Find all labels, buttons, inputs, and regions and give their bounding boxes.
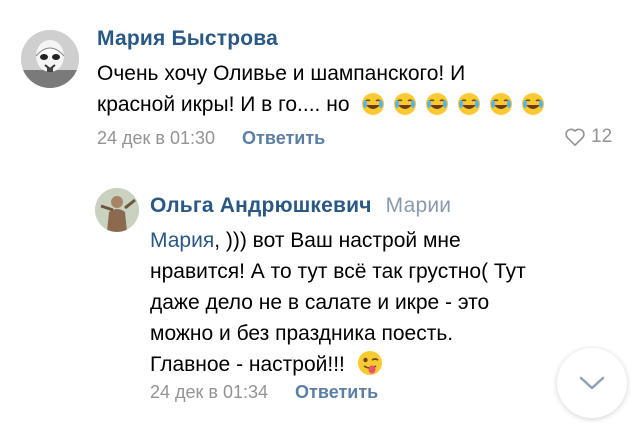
comment-author-name[interactable]: Ольга Андрюшкевич (150, 194, 372, 217)
comment-text-line: можно и без праздника поесть. (150, 322, 454, 345)
reply-to-label[interactable]: Марии (386, 194, 452, 217)
joy-emoji-icon (393, 92, 417, 125)
comment-author[interactable]: Мария Быстрова (97, 27, 278, 51)
mention-link[interactable]: Мария (150, 229, 214, 252)
joy-emoji-icon (361, 92, 385, 125)
comment-text-line: даже дело не в салате и икре - это (150, 291, 490, 314)
joy-emoji-icon (457, 92, 481, 125)
reply-button[interactable]: Ответить (295, 382, 378, 402)
joy-emoji-group (361, 93, 545, 116)
winking-tongue-emoji-icon (357, 350, 383, 385)
like-button[interactable]: 12 (564, 126, 612, 148)
comment-date[interactable]: 24 дек в 01:30 (97, 128, 215, 148)
comment-text-line: Очень хочу Оливье и шампанского! И (97, 62, 466, 85)
stormtrooper-avatar-icon (21, 30, 79, 88)
comment-meta: 24 дек в 01:30 Ответить (97, 128, 325, 149)
heart-icon (565, 128, 585, 146)
comment-text-line: нравится! А то тут всё так грустно( Тут (150, 260, 526, 283)
avatar-olga[interactable] (95, 188, 139, 232)
comment-author: Ольга Андрюшкевич Марии (150, 194, 451, 218)
chevron-down-icon (579, 376, 605, 390)
comment-text-fragment: , ))) вот Ваш настрой мне (214, 229, 461, 252)
joy-emoji-icon (521, 92, 545, 125)
comment-text-fragment: Главное - настрой!!! (150, 353, 345, 376)
comment-text: Очень хочу Оливье и шампанского! И красн… (97, 58, 627, 125)
comment-date[interactable]: 24 дек в 01:34 (150, 382, 268, 402)
avatar-maria[interactable] (21, 30, 79, 88)
user-avatar-icon (95, 188, 139, 232)
joy-emoji-icon (489, 92, 513, 125)
comment-text-line: Главное - настрой!!! (150, 349, 610, 385)
joy-emoji-icon (425, 92, 449, 125)
comment-text-line: красной икры! И в го.... но (97, 89, 627, 125)
comment-meta: 24 дек в 01:34 Ответить (150, 382, 378, 403)
like-count: 12 (591, 126, 613, 147)
reply-button[interactable]: Ответить (242, 128, 325, 148)
comment-text-fragment: красной икры! И в го.... но (97, 93, 350, 116)
comment-text-line: Мария, ))) вот Ваш настрой мне (150, 225, 610, 256)
comment-maria: Мария Быстрова Очень хочу Оливье и шампа… (0, 0, 640, 165)
scroll-down-button[interactable] (557, 348, 627, 418)
comment-olga: Ольга Андрюшкевич Марии Мария, ))) вот В… (0, 180, 640, 424)
comment-text: Мария, ))) вот Ваш настрой мне нравится!… (150, 225, 610, 385)
